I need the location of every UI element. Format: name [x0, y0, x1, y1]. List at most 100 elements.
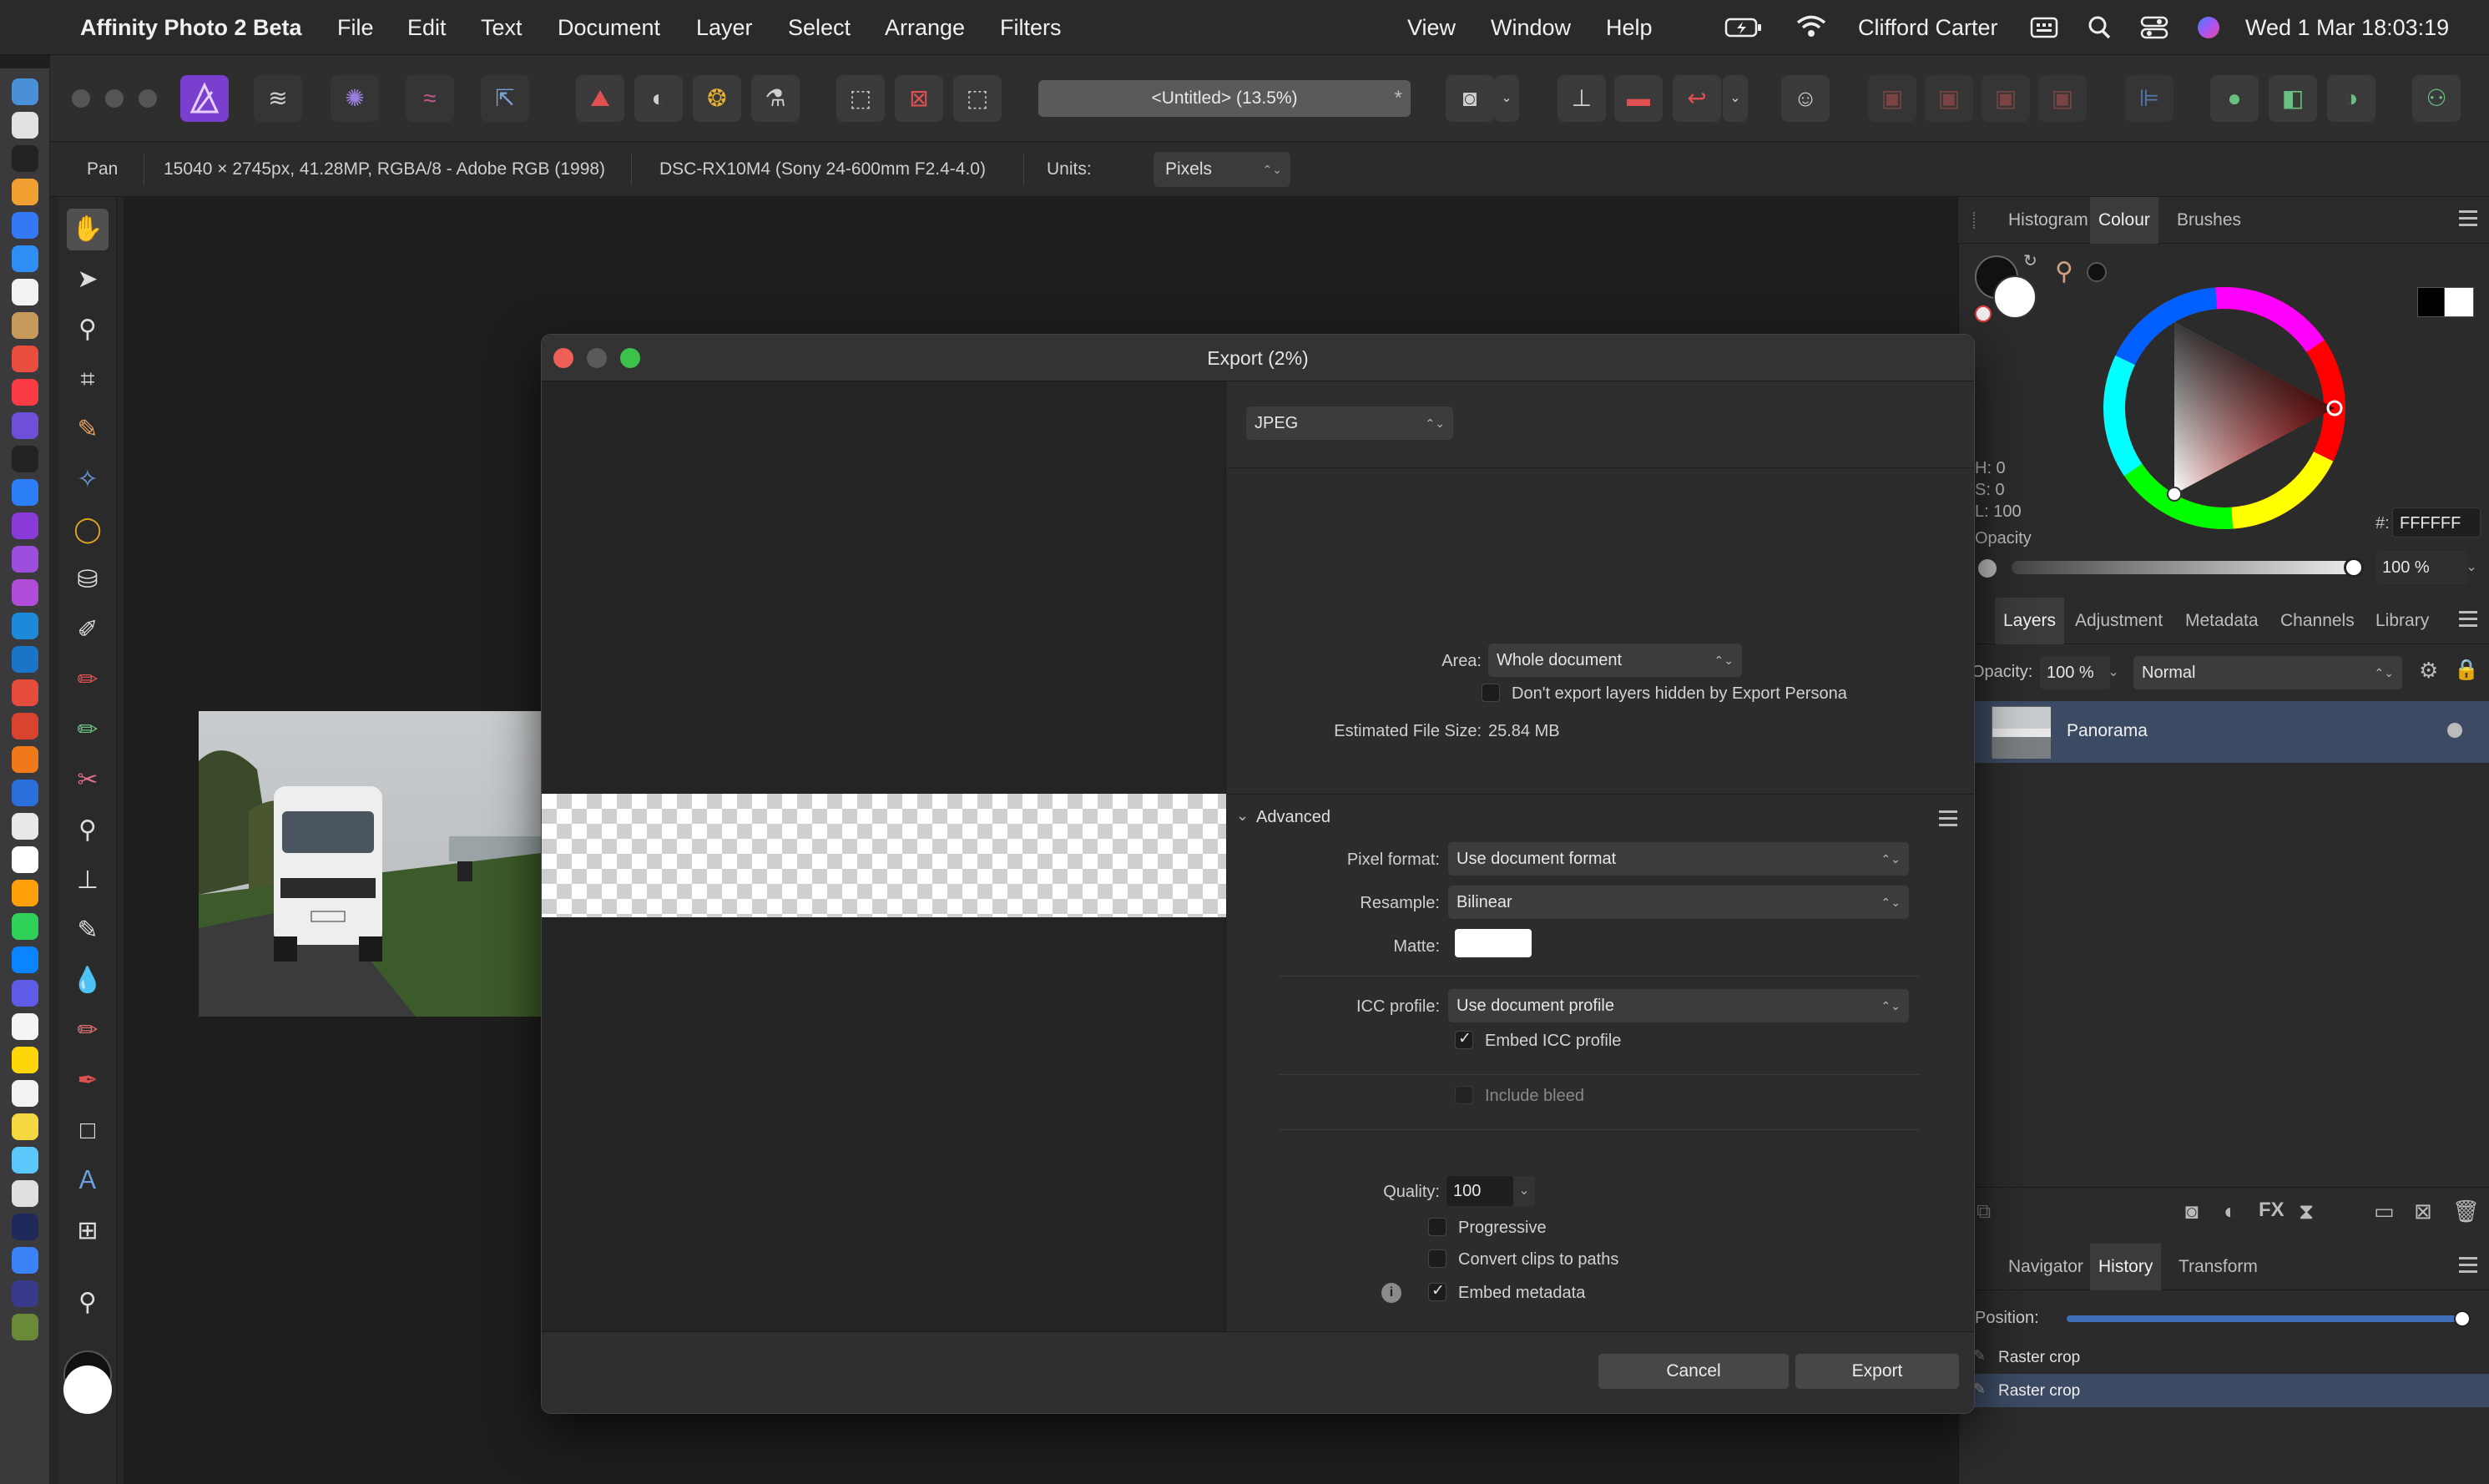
icc-profile-select[interactable]: Use document profile ⌃⌄ — [1448, 989, 1909, 1022]
history-position-slider[interactable] — [2067, 1315, 2464, 1322]
tab-brushes[interactable]: Brushes — [2168, 197, 2249, 244]
text-tool-icon[interactable]: Ａ — [67, 1160, 109, 1202]
smudge-tool-icon[interactable]: 💧 — [67, 960, 109, 1002]
notes-app-icon[interactable] — [12, 1047, 38, 1073]
affinity-publisher-app-icon[interactable] — [12, 679, 38, 706]
eyedropper-icon[interactable]: ⚲ — [2055, 257, 2073, 286]
arrange-forward-one-icon[interactable]: ▣ — [1982, 75, 2030, 122]
layer-opacity-dropdown-icon[interactable]: ⌄ — [2102, 656, 2125, 689]
convert-clips-checkbox[interactable] — [1428, 1249, 1446, 1268]
script-editor-app-icon[interactable] — [12, 1013, 38, 1040]
affinity-photo-2-app-icon[interactable] — [12, 579, 38, 606]
tab-library[interactable]: Library — [2367, 598, 2437, 644]
control-center-icon[interactable] — [2140, 0, 2168, 55]
hsl-icon[interactable]: ❂ — [693, 75, 741, 122]
terminal-app-icon[interactable] — [12, 1214, 38, 1240]
white-balance-icon[interactable]: ◐ — [634, 75, 683, 122]
tab-channels[interactable]: Channels — [2272, 598, 2363, 644]
export-persona-icon[interactable]: ⇱ — [481, 75, 529, 122]
document-tab[interactable]: <Untitled> (13.5%) * — [1038, 80, 1411, 117]
zoom-tool-icon[interactable]: ⚲ — [67, 1282, 109, 1324]
boolean-subtract-icon[interactable]: ◧ — [2269, 75, 2317, 122]
paint-brush-tool-icon[interactable]: ✐ — [67, 609, 109, 651]
app-icon-orange[interactable] — [12, 746, 38, 773]
dialog-zoom-button[interactable] — [620, 348, 640, 368]
opacity-slider[interactable] — [2012, 561, 2360, 574]
primary-colour-swatch[interactable] — [63, 1365, 112, 1414]
boolean-add-icon[interactable]: ● — [2210, 75, 2259, 122]
menu-help[interactable]: Help — [1606, 0, 1653, 55]
delete-layer-icon[interactable]: 🗑 — [2452, 1199, 2480, 1224]
pen-tool-icon[interactable]: ✒ — [67, 1060, 109, 1102]
panel-menu-icon[interactable] — [2459, 611, 2477, 629]
photo-persona-icon[interactable] — [180, 75, 229, 122]
menu-file[interactable]: File — [337, 0, 374, 55]
opacity-input[interactable]: 100 % — [2375, 551, 2467, 584]
history-slider-handle[interactable] — [2454, 1310, 2471, 1327]
force-pixel-alignment-icon[interactable]: ↩ — [1673, 75, 1721, 122]
mesh-warp-tool-icon[interactable]: ⊞ — [67, 1210, 109, 1252]
mission-control-icon[interactable] — [12, 145, 38, 172]
wifi-icon[interactable] — [1795, 0, 1828, 55]
inpainting-tool-icon[interactable]: ✏ — [67, 1010, 109, 1052]
affinity-designer-2-app-icon[interactable] — [12, 646, 38, 673]
area-select[interactable]: Whole document ⌃⌄ — [1488, 644, 1742, 677]
garageband-app-icon[interactable] — [12, 446, 38, 472]
levels-icon[interactable]: ⛰ — [576, 75, 624, 122]
menu-edit[interactable]: Edit — [407, 0, 447, 55]
window-zoom-button[interactable] — [139, 89, 157, 108]
app-icon-blue[interactable] — [12, 780, 38, 806]
embed-icc-checkbox[interactable] — [1455, 1029, 1473, 1049]
quick-mask-dropdown-icon[interactable]: ⌄ — [1494, 75, 1519, 122]
pixel-tool-icon[interactable]: ✏ — [67, 659, 109, 701]
flood-fill-tool-icon[interactable]: ⛁ — [67, 559, 109, 601]
app-icon-globe[interactable] — [12, 1247, 38, 1274]
blend-mode-select[interactable]: Normal ⌃⌄ — [2133, 656, 2402, 689]
numbers-app-icon[interactable] — [12, 913, 38, 940]
contacts-app-icon[interactable] — [12, 312, 38, 339]
affinity-publisher-2-app-icon[interactable] — [12, 713, 38, 739]
no-colour-icon[interactable] — [1975, 305, 1992, 322]
format-select[interactable]: JPEG ⌃⌄ — [1246, 406, 1453, 440]
tab-metadata[interactable]: Metadata — [2177, 598, 2267, 644]
layer-settings-icon[interactable]: ⚙ — [2419, 658, 2438, 684]
picked-colour-swatch[interactable] — [2087, 262, 2107, 282]
crop-tool-icon[interactable]: ⌗ — [67, 359, 109, 401]
mask-layer-icon[interactable]: ◙ — [2185, 1199, 2199, 1224]
app-icon-indigo[interactable] — [12, 1280, 38, 1307]
safari-app-icon[interactable] — [12, 245, 38, 272]
fill-colour-swatch[interactable] — [1993, 275, 2037, 319]
layer-visibility-icon[interactable] — [2447, 723, 2462, 738]
affinity-photo-beta-app-icon[interactable] — [12, 546, 38, 573]
app-menu[interactable]: Affinity Photo 2 Beta — [80, 0, 302, 55]
snapping-dropdown-icon[interactable]: ⌄ — [1723, 75, 1748, 122]
deselect-icon[interactable]: ⊠ — [895, 75, 943, 122]
reeder-app-icon[interactable] — [12, 412, 38, 439]
reminders-app-icon[interactable] — [12, 1080, 38, 1107]
white-swatch[interactable] — [2444, 287, 2474, 317]
pages-app-icon[interactable] — [12, 880, 38, 906]
group-icon[interactable]: ▭ — [2374, 1199, 2395, 1224]
affinity-designer-app-icon[interactable] — [12, 613, 38, 639]
menu-text[interactable]: Text — [481, 0, 523, 55]
advanced-menu-icon[interactable] — [1939, 810, 1957, 829]
music-app-icon[interactable] — [12, 379, 38, 406]
hex-input[interactable]: FFFFFF — [2392, 507, 2481, 538]
invert-selection-icon[interactable]: ⬚ — [953, 75, 1002, 122]
live-filter-icon[interactable]: FX — [2259, 1199, 2285, 1222]
adjustment-layer-icon[interactable]: ◐ — [2224, 1199, 2237, 1224]
history-entry-selected[interactable]: ✎ Raster crop — [1958, 1374, 2489, 1407]
clone-tool-icon[interactable]: ⊥ — [67, 860, 109, 901]
tab-navigator[interactable]: Navigator — [2000, 1244, 2092, 1290]
user-name[interactable]: Clifford Carter — [1858, 0, 1998, 55]
tab-colour[interactable]: Colour — [2090, 197, 2158, 244]
erase-tool-icon[interactable]: ✂ — [67, 760, 109, 801]
hand-tool-icon[interactable]: ✋ — [67, 209, 109, 250]
system-settings-app-icon[interactable] — [12, 1180, 38, 1207]
calendar-app-icon[interactable] — [12, 279, 38, 305]
colour-picker-tool-icon[interactable]: ⚲ — [67, 309, 109, 351]
dialog-close-button[interactable] — [553, 348, 573, 368]
export-button[interactable]: Export — [1795, 1354, 1959, 1389]
units-select[interactable]: Pixels ⌃⌄ — [1154, 152, 1290, 187]
opacity-dropdown-icon[interactable]: ⌄ — [2459, 551, 2484, 584]
